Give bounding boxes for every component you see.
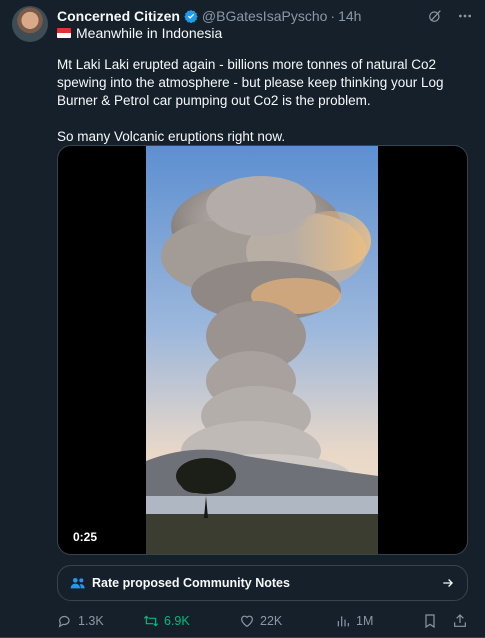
- action-bar: 1.3K 6.9K 22K 1M: [57, 611, 468, 631]
- verified-badge-icon: [184, 9, 198, 23]
- secondary-actions: [422, 613, 468, 629]
- tweet-header: Concerned Citizen @BGatesIsaPyscho · 14h: [57, 6, 473, 26]
- like-button[interactable]: 22K: [239, 613, 335, 629]
- repost-count: 6.9K: [164, 614, 190, 628]
- repost-icon: [143, 615, 159, 627]
- location-text: Meanwhile in Indonesia: [76, 25, 223, 41]
- avatar[interactable]: [12, 6, 48, 42]
- views-button[interactable]: 1M: [335, 613, 415, 629]
- indonesia-flag-icon: [57, 28, 71, 38]
- tweet-text: Mt Laki Laki erupted again - billions mo…: [57, 56, 467, 146]
- grok-icon[interactable]: [427, 8, 443, 24]
- author-name[interactable]: Concerned Citizen: [57, 8, 180, 24]
- bookmark-icon: [425, 614, 435, 629]
- tweet[interactable]: Concerned Citizen @BGatesIsaPyscho · 14h…: [0, 0, 485, 638]
- video-duration: 0:25: [68, 528, 103, 546]
- eruption-video-frame: [146, 146, 378, 554]
- timestamp[interactable]: 14h: [338, 8, 361, 24]
- like-count: 22K: [260, 614, 283, 628]
- reply-button[interactable]: 1.3K: [57, 613, 143, 629]
- community-notes-banner[interactable]: Rate proposed Community Notes: [57, 565, 468, 601]
- community-notes-label: Rate proposed Community Notes: [92, 576, 290, 590]
- views-count: 1M: [356, 614, 374, 628]
- arrow-right-icon: [443, 579, 453, 587]
- author-handle[interactable]: @BGatesIsaPyscho: [202, 8, 328, 24]
- reply-count: 1.3K: [78, 614, 104, 628]
- separator-dot: ·: [330, 8, 336, 24]
- location-line: Meanwhile in Indonesia: [57, 25, 222, 41]
- share-icon: [454, 614, 466, 627]
- views-chart-icon: [337, 616, 349, 627]
- share-button[interactable]: [452, 613, 468, 629]
- repost-button[interactable]: 6.9K: [143, 613, 239, 629]
- heart-icon: [241, 615, 253, 628]
- video-player[interactable]: 0:25: [57, 145, 468, 555]
- tweet-paragraph: So many Volcanic eruptions right now.: [57, 129, 286, 144]
- more-options-icon[interactable]: [457, 8, 473, 24]
- tweet-paragraph: Mt Laki Laki erupted again - billions mo…: [57, 57, 444, 108]
- reply-icon: [58, 615, 70, 628]
- bookmark-button[interactable]: [422, 613, 438, 629]
- people-icon: [70, 578, 85, 589]
- header-actions: [427, 8, 473, 24]
